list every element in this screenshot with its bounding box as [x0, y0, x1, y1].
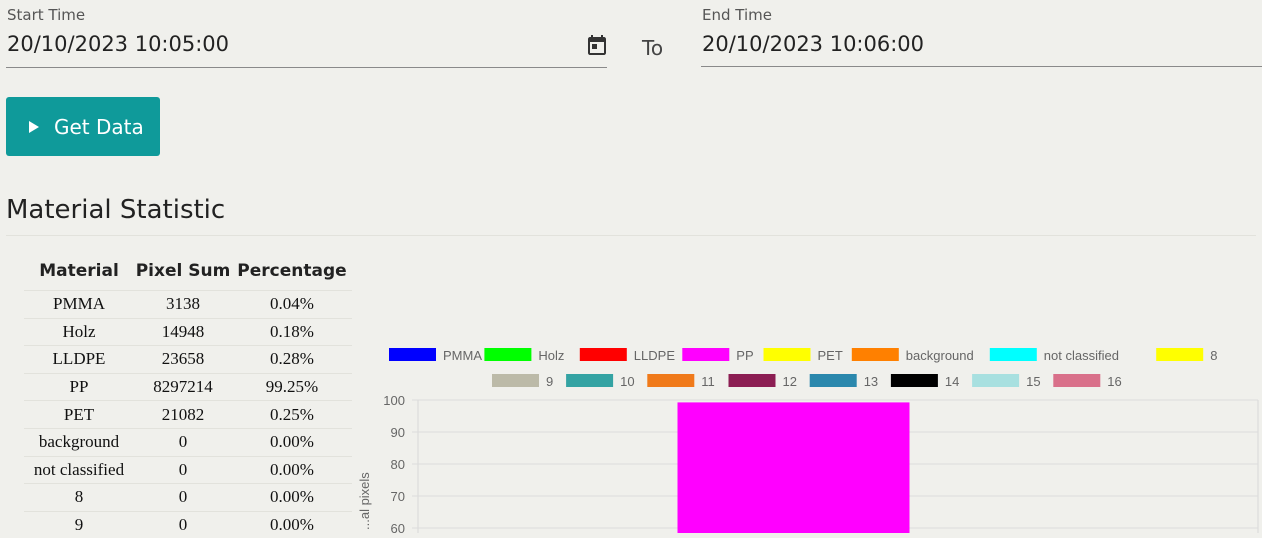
pixel-sum-cell: 8297214	[134, 372, 232, 401]
legend-label-11[interactable]: 11	[701, 374, 715, 389]
legend-swatch-pp[interactable]	[682, 348, 730, 361]
legend-label-15[interactable]: 15	[1026, 374, 1040, 389]
pixel-sum-cell: 0	[134, 455, 232, 484]
legend-label-14[interactable]: 14	[945, 374, 959, 389]
legend-label-pp[interactable]: PP	[736, 348, 753, 363]
percentage-cell: 0.00%	[232, 427, 352, 457]
pixel-sum-cell: 21082	[134, 400, 232, 429]
table-row: PP 8297214 99.25%	[24, 372, 352, 401]
material-statistic-table: Material Pixel Sum Percentage PMMA 3138 0.…	[24, 252, 352, 538]
percentage-cell: 99.25%	[232, 372, 352, 401]
start-time-label: Start Time	[7, 6, 86, 24]
legend-swatch-14[interactable]	[890, 374, 938, 387]
material-cell: 8	[24, 483, 134, 512]
legend-label-13[interactable]: 13	[864, 374, 878, 389]
table-row: background 0 0.00%	[24, 427, 352, 457]
legend-swatch-13[interactable]	[809, 374, 857, 387]
percentage-cell: 0.04%	[232, 290, 352, 319]
legend-label-background[interactable]: background	[906, 348, 974, 363]
percentage-cell: 0.25%	[232, 400, 352, 429]
end-time-underline	[701, 66, 1262, 67]
pixel-sum-cell: 3138	[134, 290, 232, 319]
play-icon	[29, 120, 39, 133]
material-cell: PET	[24, 400, 134, 429]
header-percentage: Percentage	[232, 252, 352, 291]
end-time-label: End Time	[702, 6, 772, 24]
start-time-input[interactable]: 20/10/2023 10:05:00	[7, 32, 229, 56]
pixel-sum-cell: 0	[134, 483, 232, 512]
percentage-cell: 0.18%	[232, 317, 352, 346]
legend-label-pmma[interactable]: PMMA	[443, 348, 482, 363]
legend-label-lldpe[interactable]: LLDPE	[634, 348, 676, 363]
legend-swatch-12[interactable]	[728, 374, 776, 387]
legend-label-9[interactable]: 9	[546, 374, 553, 389]
legend-swatch-lldpe[interactable]	[579, 348, 627, 361]
percentage-cell: 0.00%	[232, 510, 352, 538]
material-cell: 9	[24, 510, 134, 538]
chart-bars	[677, 402, 910, 533]
pixel-sum-cell: 0	[134, 510, 232, 538]
header-material: Material	[24, 252, 134, 291]
section-divider	[6, 235, 1256, 236]
table-row: Holz 14948 0.18%	[24, 317, 352, 346]
material-cell: background	[24, 427, 134, 457]
legend-label-pet[interactable]: PET	[818, 348, 843, 363]
material-cell: not classified	[24, 455, 134, 484]
to-label: To	[642, 36, 664, 60]
pixel-sum-cell: 14948	[134, 317, 232, 346]
legend-swatch-11[interactable]	[647, 374, 695, 387]
material-cell: PMMA	[24, 290, 134, 319]
legend-label-16[interactable]: 16	[1107, 374, 1121, 389]
legend-swatch-10[interactable]	[566, 374, 614, 387]
legend-label-not-classified[interactable]: not classified	[1044, 348, 1119, 363]
material-bar-chart: PMMA Holz LLDPE PP PET background not classifi…	[357, 348, 1259, 533]
table-row: 8 0 0.00%	[24, 483, 352, 512]
y-axis-label: ...al pixels	[357, 472, 372, 530]
legend-swatch-background[interactable]	[851, 348, 899, 361]
get-data-label: Get Data	[54, 114, 144, 139]
chart-legend: PMMA Holz LLDPE PP PET background not classifi…	[389, 348, 1217, 389]
legend-swatch-16[interactable]	[1053, 374, 1101, 387]
percentage-cell: 0.28%	[232, 345, 352, 374]
legend-swatch-9[interactable]	[492, 374, 539, 387]
table-row: LLDPE 23658 0.28%	[24, 345, 352, 374]
y-tick-label: 60	[391, 521, 405, 533]
start-time-underline	[6, 67, 607, 68]
get-data-button[interactable]: Get Data	[6, 97, 160, 156]
table-row: 9 0 0.00%	[24, 510, 352, 538]
legend-swatch-pmma[interactable]	[389, 348, 436, 361]
y-tick-label: 80	[391, 457, 405, 472]
table-row: PET 21082 0.25%	[24, 400, 352, 429]
legend-swatch-15[interactable]	[972, 374, 1020, 387]
calendar-icon[interactable]	[585, 33, 609, 57]
end-time-input[interactable]: 20/10/2023 10:06:00	[702, 32, 924, 56]
legend-label-12[interactable]: 12	[783, 374, 797, 389]
legend-swatch-holz[interactable]	[484, 348, 532, 361]
material-cell: PP	[24, 372, 134, 401]
bar-pp[interactable]	[677, 402, 910, 533]
table-header-row: Material Pixel Sum Percentage	[24, 252, 352, 291]
legend-swatch-pet[interactable]	[763, 348, 811, 361]
header-pixel-sum: Pixel Sum	[134, 252, 232, 291]
pixel-sum-cell: 23658	[134, 345, 232, 374]
legend-label-8[interactable]: 8	[1210, 348, 1217, 363]
y-tick-label: 70	[391, 489, 405, 504]
legend-swatch-not-classified[interactable]	[989, 348, 1037, 361]
percentage-cell: 0.00%	[232, 455, 352, 484]
legend-label-10[interactable]: 10	[620, 374, 634, 389]
legend-swatch-8[interactable]	[1156, 348, 1204, 361]
table-row: not classified 0 0.00%	[24, 455, 352, 484]
pixel-sum-cell: 0	[134, 427, 232, 457]
y-tick-label: 90	[391, 425, 405, 440]
material-cell: LLDPE	[24, 345, 134, 374]
material-cell: Holz	[24, 317, 134, 346]
y-tick-label: 100	[383, 393, 405, 408]
percentage-cell: 0.00%	[232, 483, 352, 512]
table-row: PMMA 3138 0.04%	[24, 290, 352, 319]
legend-label-holz[interactable]: Holz	[538, 348, 564, 363]
section-title: Material Statistic	[6, 195, 226, 225]
